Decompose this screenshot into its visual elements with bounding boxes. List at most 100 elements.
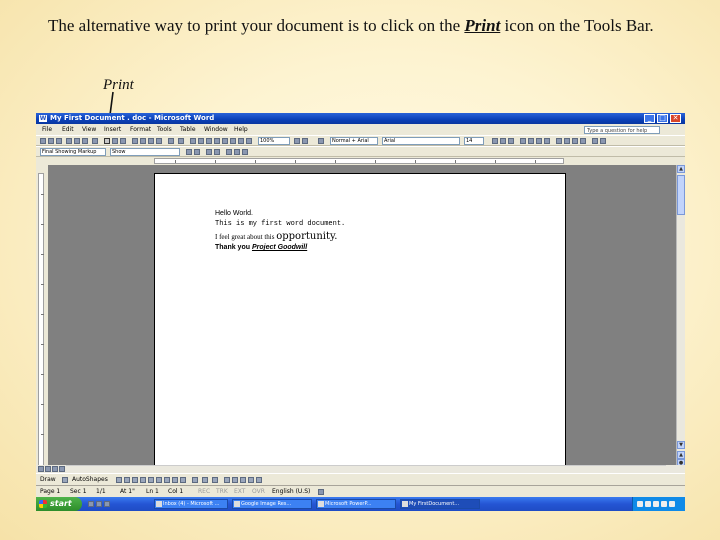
dash-style-icon[interactable] — [232, 477, 238, 483]
align-left-icon[interactable] — [520, 138, 526, 144]
scroll-up-icon[interactable]: ▲ — [677, 165, 685, 173]
menu-file[interactable]: File — [42, 124, 52, 135]
3d-style-icon[interactable] — [256, 477, 262, 483]
increase-indent-icon[interactable] — [580, 138, 586, 144]
menu-insert[interactable]: Insert — [104, 124, 121, 135]
font-size-select[interactable]: 14 — [464, 137, 484, 145]
search-icon[interactable] — [82, 138, 88, 144]
horizontal-scroll-track[interactable] — [66, 465, 666, 473]
previous-page-icon[interactable]: ▲ — [677, 451, 685, 459]
text-box-icon[interactable] — [148, 477, 154, 483]
save-icon[interactable] — [56, 138, 62, 144]
volume-icon[interactable] — [645, 501, 651, 507]
previous-change-icon[interactable] — [186, 149, 192, 155]
font-select[interactable]: Arial — [382, 137, 460, 145]
tables-borders-icon[interactable] — [198, 138, 204, 144]
help-search-input[interactable]: Type a question for help — [584, 126, 660, 134]
minimize-button[interactable]: _ — [644, 114, 655, 123]
clip-art-icon[interactable] — [172, 477, 178, 483]
menu-format[interactable]: Format — [130, 124, 151, 135]
style-select[interactable]: Normal + Arial — [330, 137, 378, 145]
numbering-icon[interactable] — [556, 138, 562, 144]
scroll-thumb[interactable] — [677, 175, 685, 215]
cut-icon[interactable] — [132, 138, 138, 144]
drawing-icon[interactable] — [230, 138, 236, 144]
quicklaunch-ie-icon[interactable] — [88, 501, 94, 507]
font-color-icon[interactable] — [600, 138, 606, 144]
hyperlink-icon[interactable] — [190, 138, 196, 144]
permission-icon[interactable] — [66, 138, 72, 144]
menu-edit[interactable]: Edit — [62, 124, 74, 135]
paste-icon[interactable] — [148, 138, 154, 144]
spell-check-icon[interactable] — [92, 138, 98, 144]
antivirus-icon[interactable] — [661, 501, 667, 507]
status-ovr[interactable]: OVR — [252, 486, 265, 497]
read-icon[interactable] — [302, 138, 308, 144]
undo-icon[interactable] — [168, 138, 174, 144]
status-trk[interactable]: TRK — [216, 486, 228, 497]
status-rec[interactable]: REC — [198, 486, 210, 497]
bullets-icon[interactable] — [564, 138, 570, 144]
italic-icon[interactable] — [500, 138, 506, 144]
oval-icon[interactable] — [140, 477, 146, 483]
quicklaunch-media-icon[interactable] — [104, 501, 110, 507]
status-ext[interactable]: EXT — [234, 486, 245, 497]
menu-tools[interactable]: Tools — [157, 124, 172, 135]
redo-icon[interactable] — [178, 138, 184, 144]
taskbar-item-outlook[interactable]: Inbox (4) - Microsoft ... — [154, 499, 228, 509]
close-button[interactable]: ✕ — [670, 114, 681, 123]
scroll-down-icon[interactable]: ▼ — [677, 441, 685, 449]
taskbar-item-word[interactable]: My FirstDocument... — [400, 499, 480, 509]
menu-view[interactable]: View — [82, 124, 96, 135]
reviewing-pane-icon[interactable] — [242, 149, 248, 155]
outline-view-icon[interactable] — [59, 466, 65, 472]
print-layout-icon[interactable] — [52, 466, 58, 472]
autoshapes-menu[interactable]: AutoShapes — [72, 474, 108, 485]
document-page[interactable]: Hello World. This is my first word docum… — [154, 173, 566, 473]
print-preview-icon[interactable] — [112, 138, 118, 144]
decrease-indent-icon[interactable] — [572, 138, 578, 144]
justify-icon[interactable] — [544, 138, 550, 144]
taskbar-item-powerpoint[interactable]: Microsoft PowerP... — [316, 499, 396, 509]
draw-menu[interactable]: Draw — [40, 474, 56, 485]
email-icon[interactable] — [74, 138, 80, 144]
arrow-icon[interactable] — [124, 477, 130, 483]
start-button[interactable]: start — [36, 497, 82, 511]
insert-comment-icon[interactable] — [226, 149, 232, 155]
web-layout-icon[interactable] — [45, 466, 51, 472]
insert-excel-icon[interactable] — [214, 138, 220, 144]
vertical-scrollbar[interactable]: ▲ ▼ ▲ ● ▼ — [676, 165, 685, 474]
quicklaunch-desktop-icon[interactable] — [96, 501, 102, 507]
format-painter-icon[interactable] — [156, 138, 162, 144]
align-right-icon[interactable] — [536, 138, 542, 144]
print-icon[interactable] — [104, 138, 110, 144]
arrow-style-icon[interactable] — [240, 477, 246, 483]
track-changes-icon[interactable] — [234, 149, 240, 155]
new-document-icon[interactable] — [40, 138, 46, 144]
menu-window[interactable]: Window — [204, 124, 228, 135]
horizontal-scrollbar[interactable] — [36, 465, 685, 473]
help-icon[interactable] — [294, 138, 300, 144]
select-objects-icon[interactable] — [62, 477, 68, 483]
zoom-select[interactable]: 100% — [258, 137, 290, 145]
normal-view-icon[interactable] — [38, 466, 44, 472]
line-icon[interactable] — [116, 477, 122, 483]
shadow-style-icon[interactable] — [248, 477, 254, 483]
document-map-icon[interactable] — [238, 138, 244, 144]
columns-icon[interactable] — [222, 138, 228, 144]
line-style-icon[interactable] — [224, 477, 230, 483]
show-hide-icon[interactable] — [246, 138, 252, 144]
align-center-icon[interactable] — [528, 138, 534, 144]
open-icon[interactable] — [48, 138, 54, 144]
maximize-button[interactable]: □ — [657, 114, 668, 123]
highlight-icon[interactable] — [592, 138, 598, 144]
clock-icon[interactable] — [669, 501, 675, 507]
accept-change-icon[interactable] — [206, 149, 212, 155]
underline-icon[interactable] — [508, 138, 514, 144]
next-change-icon[interactable] — [194, 149, 200, 155]
network-icon[interactable] — [637, 501, 643, 507]
copy-icon[interactable] — [140, 138, 146, 144]
rectangle-icon[interactable] — [132, 477, 138, 483]
reject-change-icon[interactable] — [214, 149, 220, 155]
styles-pane-icon[interactable] — [318, 138, 324, 144]
